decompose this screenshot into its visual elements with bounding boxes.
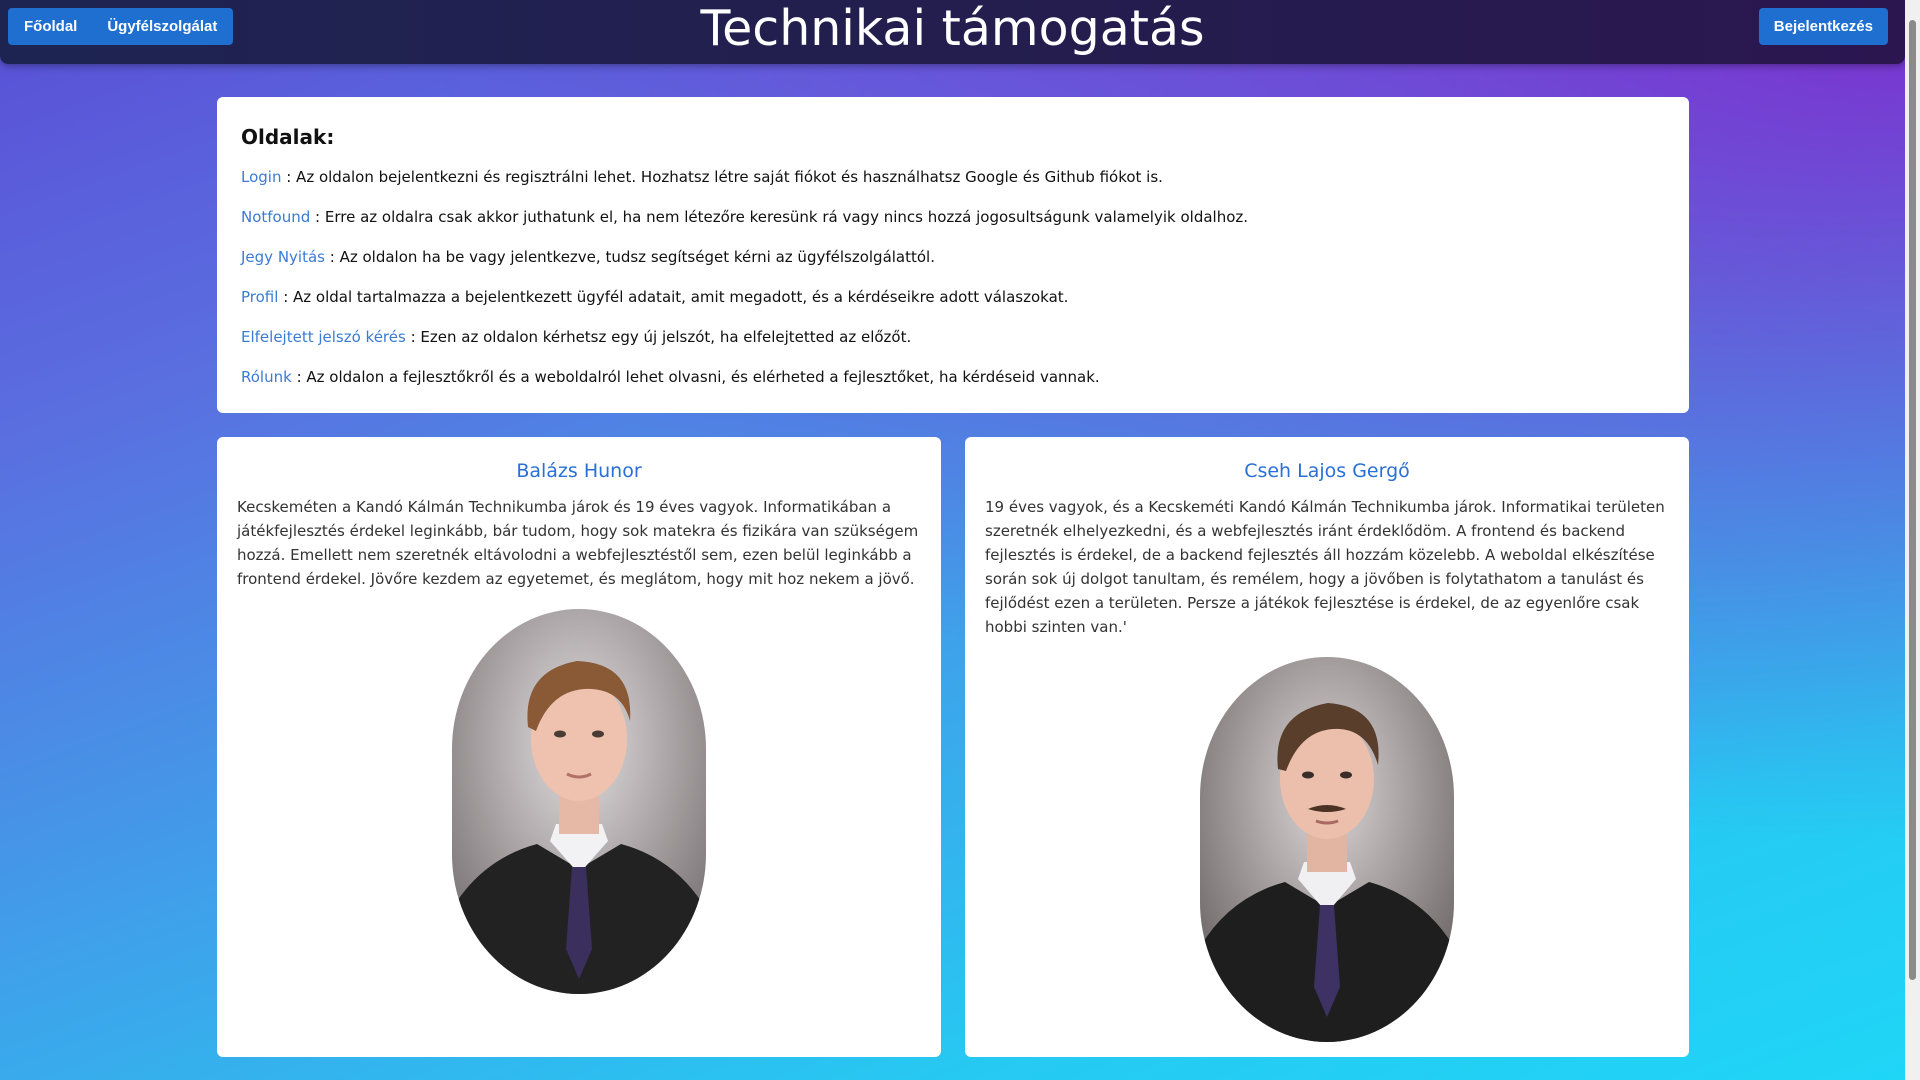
page-row-forgot-password: Elfelejtett jelszó kérés : Ezen az oldal…	[241, 327, 1665, 347]
about-page-link[interactable]: Rólunk	[241, 368, 292, 386]
developer-name: Balázs Hunor	[516, 460, 642, 482]
developer-name: Cseh Lajos Gergő	[1244, 460, 1410, 482]
profile-page-link[interactable]: Profil	[241, 288, 278, 306]
page-row-about: Rólunk : Az oldalon a fejlesztőkről és a…	[241, 367, 1665, 387]
page-title: Technikai támogatás	[700, 0, 1205, 57]
page-row-ticket: Jegy Nyitás : Az oldalon ha be vagy jele…	[241, 247, 1665, 267]
page-description: : Az oldalon ha be vagy jelentkezve, tud…	[324, 248, 935, 266]
login-page-link[interactable]: Login	[241, 168, 281, 186]
page-row-notfound: Notfound : Erre az oldalra csak akkor ju…	[241, 207, 1665, 227]
page-description: : Ezen az oldalon kérhetsz egy új jelszó…	[405, 328, 912, 346]
page-row-login: Login : Az oldalon bejelentkezni és regi…	[241, 167, 1665, 187]
page-row-profile: Profil : Az oldal tartalmazza a bejelent…	[241, 287, 1665, 307]
page-description: : Az oldal tartalmazza a bejelentkezett …	[278, 288, 1069, 306]
developer-portrait-photo	[452, 609, 706, 994]
page-scrollbar[interactable]	[1905, 0, 1920, 1080]
login-button[interactable]: Bejelentkezés	[1758, 8, 1888, 45]
page-description: : Az oldalon bejelentkezni és regisztrál…	[281, 168, 1163, 186]
page-description: : Erre az oldalra csak akkor juthatunk e…	[310, 208, 1249, 226]
notfound-page-link[interactable]: Notfound	[241, 208, 310, 226]
developer-bio: Kecskeméten a Kandó Kálmán Technikumba j…	[237, 498, 919, 588]
developer-card-cseh: Cseh Lajos Gergő 19 éves vagyok, és a Ke…	[965, 437, 1689, 1057]
developer-portrait-photo	[1200, 657, 1454, 1042]
page-description: : Az oldalon a fejlesztőkről és a webold…	[291, 368, 1100, 386]
developer-card-balazs: Balázs Hunor Kecskeméten a Kandó Kálmán …	[217, 437, 941, 1057]
pages-card: Oldalak: Login : Az oldalon bejelentkezn…	[217, 97, 1689, 413]
ticket-page-link[interactable]: Jegy Nyitás	[241, 248, 325, 266]
scrollbar-thumb[interactable]	[1909, 20, 1916, 980]
top-navbar: Főoldal Ügyfélszolgálat Technikai támoga…	[0, 0, 1905, 64]
pages-heading: Oldalak:	[241, 125, 335, 149]
forgot-password-page-link[interactable]: Elfelejtett jelszó kérés	[241, 328, 406, 346]
developer-bio: 19 éves vagyok, és a Kecskeméti Kandó Ká…	[985, 498, 1665, 636]
